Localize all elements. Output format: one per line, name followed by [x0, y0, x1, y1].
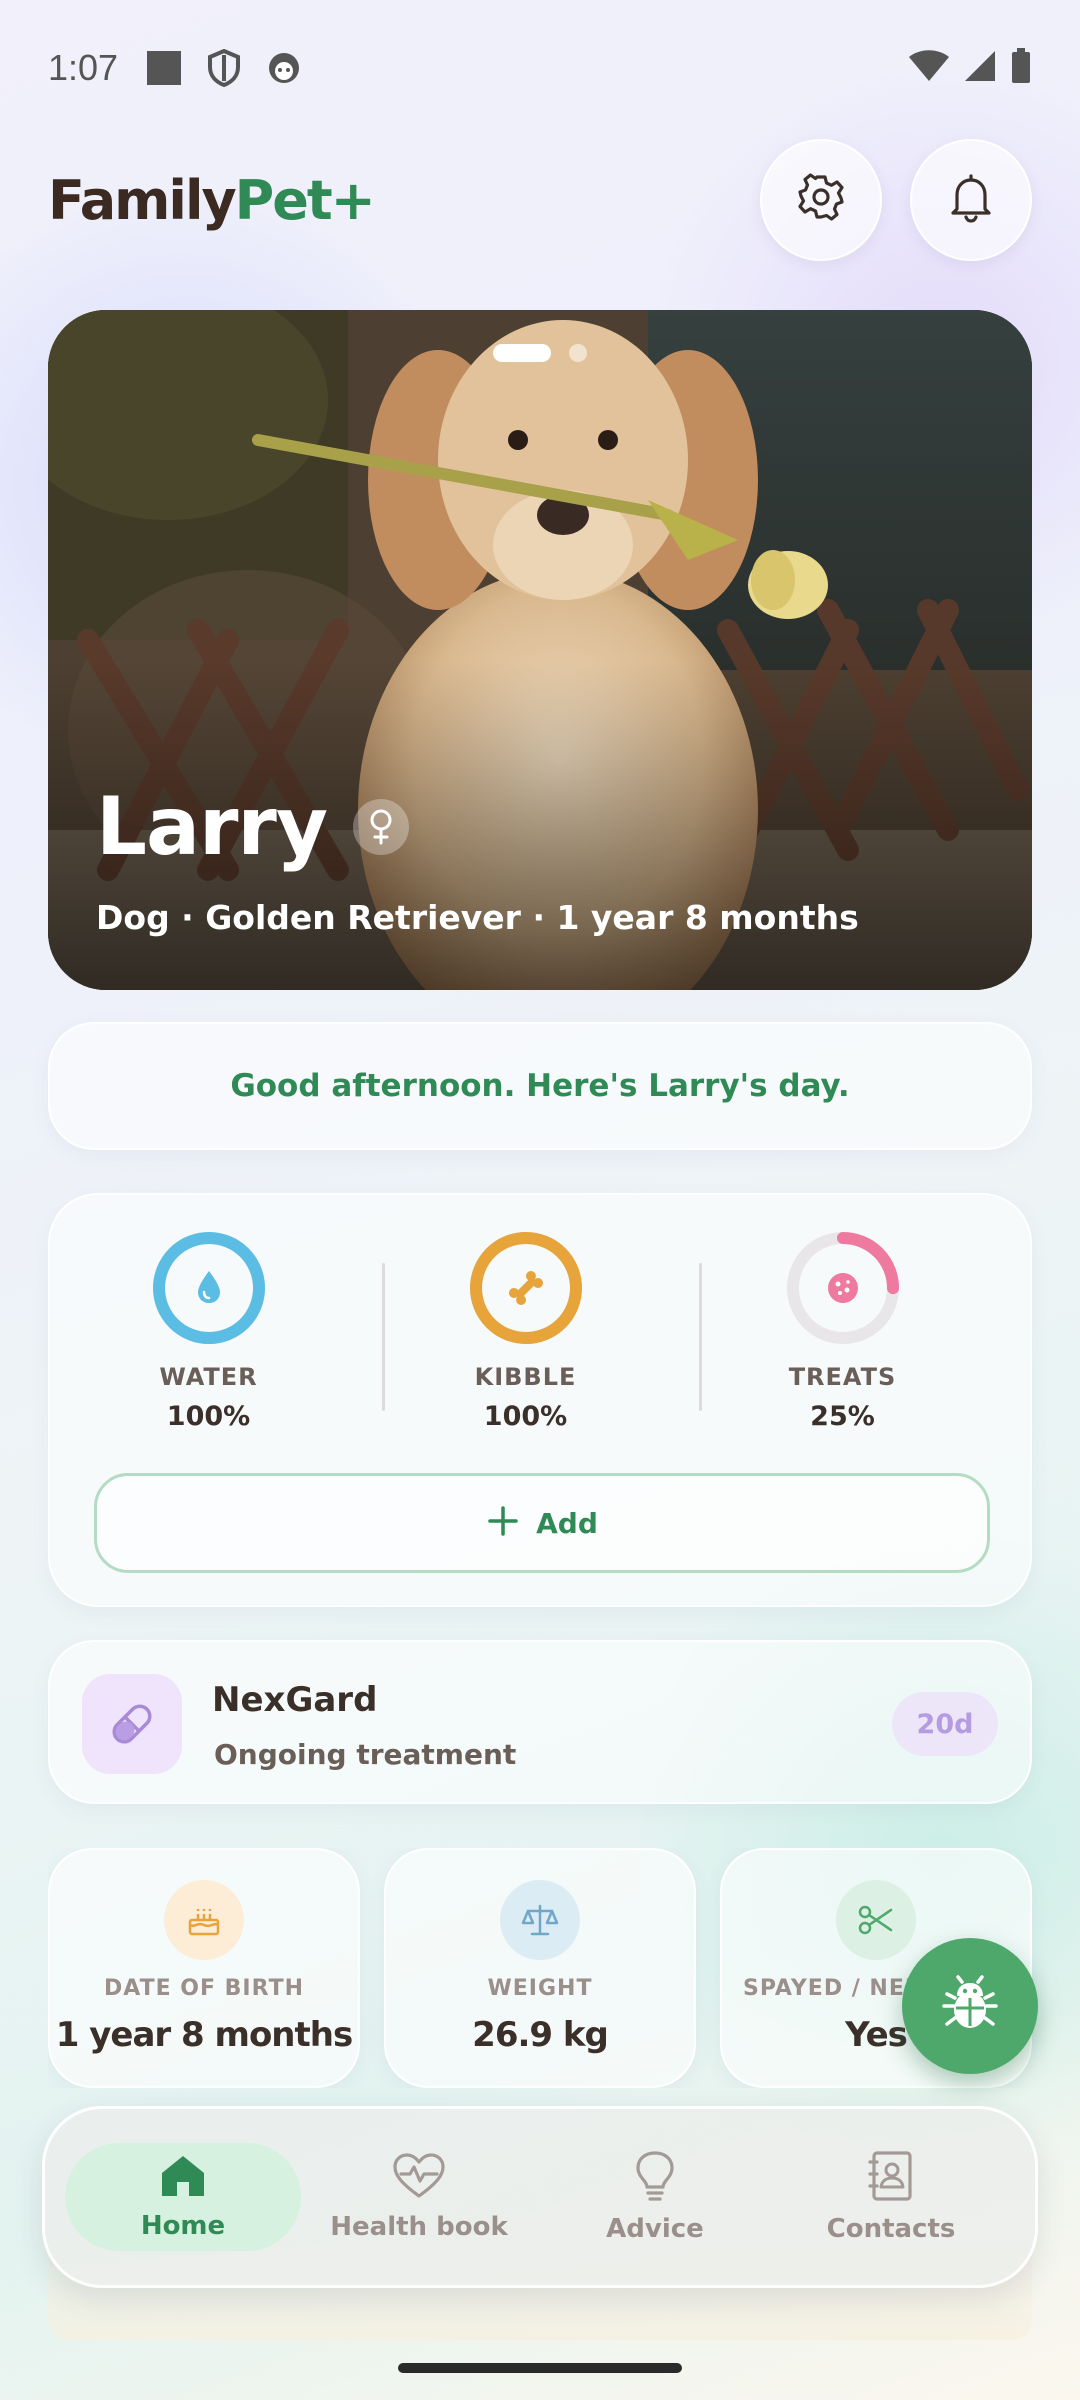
notifications-button[interactable]	[910, 139, 1032, 261]
heart-pulse-icon	[391, 2152, 447, 2204]
pet-name: Larry	[96, 780, 328, 873]
intake-label: KIBBLE	[474, 1363, 577, 1391]
face-icon	[264, 48, 304, 88]
notification-square-icon	[144, 48, 184, 88]
home-icon	[158, 2153, 208, 2203]
lightbulb-icon	[632, 2150, 678, 2206]
female-sex-icon	[353, 798, 410, 855]
pet-subtitle: Dog · Golden Retriever · 1 year 8 months	[96, 898, 859, 937]
pet-hero-card[interactable]: Larry Dog · Golden Retriever · 1 year 8 …	[48, 310, 1032, 990]
app-header: FamilyPet+	[48, 135, 1032, 265]
intake-label: WATER	[159, 1363, 258, 1391]
nav-label: Advice	[606, 2214, 704, 2244]
logo-family: Family	[48, 168, 237, 232]
logo-pet-plus: Pet+	[234, 168, 376, 232]
intake-value: 100%	[483, 1401, 568, 1432]
intake-label: TREATS	[788, 1363, 897, 1391]
add-button-label: Add	[536, 1506, 598, 1540]
add-intake-button[interactable]: Add	[94, 1473, 990, 1573]
bug-report-button[interactable]	[902, 1938, 1038, 2074]
scale-icon	[500, 1880, 580, 1960]
carousel-dot[interactable]	[569, 344, 587, 362]
days-remaining-badge: 20d	[892, 1692, 998, 1756]
divider	[382, 1263, 385, 1411]
treats-progress-ring	[786, 1231, 900, 1345]
daily-intake-card: WATER 100% KIBBLE 100% TREATS 25% Add	[48, 1193, 1032, 1607]
gear-icon	[796, 173, 846, 227]
nav-label: Health book	[330, 2212, 508, 2242]
date-of-birth-tile[interactable]: DATE OF BIRTH 1 year 8 months	[48, 1848, 360, 2088]
contacts-icon	[866, 2150, 916, 2206]
bell-icon	[947, 173, 995, 227]
wifi-icon	[908, 49, 950, 87]
status-time: 1:07	[48, 46, 119, 88]
nav-advice[interactable]: Advice	[537, 2143, 773, 2251]
nav-label: Contacts	[826, 2214, 956, 2244]
tile-value: Yes	[845, 2015, 908, 2055]
nav-home[interactable]: Home	[65, 2143, 301, 2251]
settings-button[interactable]	[760, 139, 882, 261]
divider	[699, 1263, 702, 1411]
water-progress-ring	[152, 1231, 266, 1345]
app-logo: FamilyPet+	[48, 168, 376, 232]
bug-icon	[938, 1972, 1002, 2040]
tile-label: DATE OF BIRTH	[104, 1976, 304, 2001]
carousel-dot-active[interactable]	[493, 344, 551, 362]
bottom-navigation: Home Health book Advice Contacts	[42, 2106, 1038, 2288]
shield-icon	[204, 48, 244, 88]
greeting-banner: Good afternoon. Here's Larry's day.	[48, 1022, 1032, 1150]
intake-value: 25%	[810, 1401, 875, 1432]
intake-water[interactable]: WATER 100%	[50, 1231, 367, 1432]
intake-kibble[interactable]: KIBBLE 100%	[367, 1231, 684, 1432]
signal-icon	[964, 49, 996, 87]
battery-icon	[1010, 47, 1032, 88]
pill-icon	[82, 1674, 182, 1774]
treatment-status: Ongoing treatment	[214, 1738, 517, 1771]
intake-value: 100%	[166, 1401, 251, 1432]
treatment-title: NexGard	[212, 1680, 378, 1720]
treatment-card[interactable]: NexGard Ongoing treatment 20d	[48, 1640, 1032, 1804]
tile-label: WEIGHT	[487, 1976, 593, 2001]
weight-tile[interactable]: WEIGHT 26.9 kg	[384, 1848, 696, 2088]
kibble-progress-ring	[469, 1231, 583, 1345]
nav-contacts[interactable]: Contacts	[773, 2143, 1009, 2251]
plus-icon	[486, 1504, 520, 1542]
tile-value: 26.9 kg	[472, 2015, 609, 2055]
cake-icon	[164, 1880, 244, 1960]
scissors-icon	[836, 1880, 916, 1960]
home-indicator[interactable]	[398, 2363, 682, 2373]
tile-value: 1 year 8 months	[55, 2015, 353, 2055]
greeting-text: Good afternoon. Here's Larry's day.	[230, 1068, 850, 1104]
nav-health-book[interactable]: Health book	[301, 2143, 537, 2251]
nav-label: Home	[140, 2211, 226, 2241]
intake-treats[interactable]: TREATS 25%	[684, 1231, 1001, 1432]
carousel-indicator[interactable]	[48, 344, 1032, 362]
status-bar: 1:07	[0, 0, 1080, 135]
